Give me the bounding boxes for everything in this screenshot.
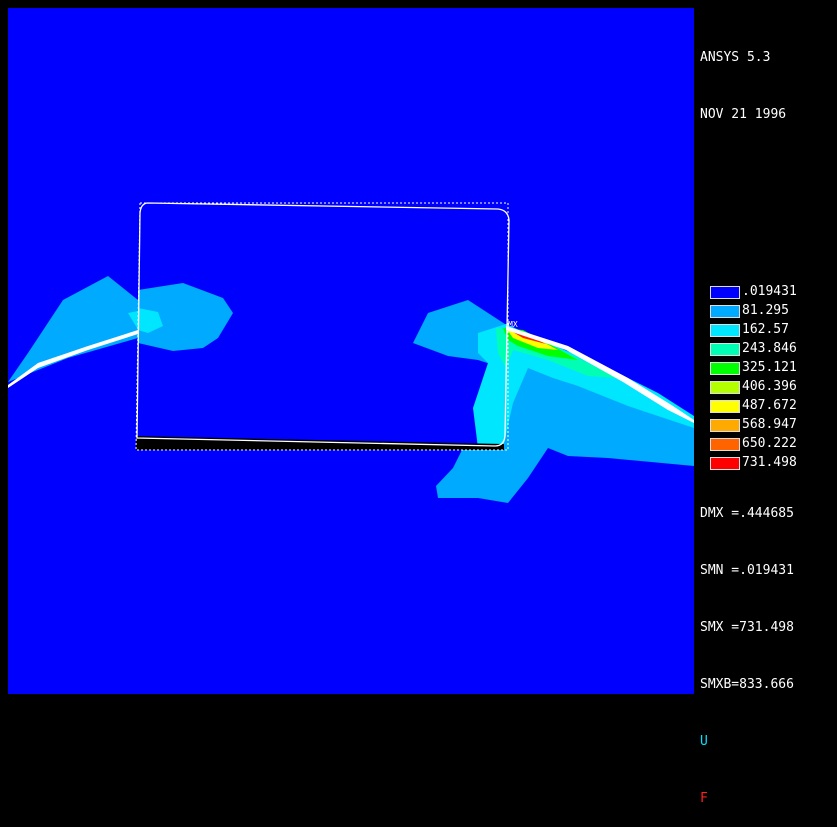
legend-value: 406.396 — [742, 379, 797, 394]
legend-row: 487.672 — [710, 396, 835, 415]
smx-value: SMX =731.498 — [700, 620, 794, 635]
plot-date: NOV 21 1996 — [700, 107, 787, 122]
legend-color-swatch — [710, 457, 740, 470]
displacement-symbol-label: U — [700, 734, 708, 749]
legend-color-swatch — [710, 305, 740, 318]
program-version: ANSYS 5.3 — [700, 50, 771, 65]
legend-row: 81.295 — [710, 301, 835, 320]
legend-row: 650.222 — [710, 434, 835, 453]
legend-color-swatch — [710, 419, 740, 432]
smxb-value: SMXB=833.666 — [700, 677, 794, 692]
legend-value: 243.846 — [742, 341, 797, 356]
legend-color-swatch — [710, 438, 740, 451]
legend-row: 162.57 — [710, 320, 835, 339]
dmx-value: DMX =.444685 — [700, 506, 794, 521]
legend-row: 731.498 — [710, 453, 835, 472]
contour-legend: .019431 81.295 162.57 243.846 325.121 406.396… — [710, 282, 835, 472]
legend-value: 568.947 — [742, 417, 797, 432]
obscured-line-1 — [700, 162, 835, 181]
legend-row: 325.121 — [710, 358, 835, 377]
mx-marker: MX — [508, 320, 518, 329]
legend-color-swatch — [710, 324, 740, 337]
obscured-line-2 — [700, 219, 835, 238]
contour-plot-viewport[interactable]: MX — [8, 8, 694, 694]
legend-row: 568.947 — [710, 415, 835, 434]
legend-value: 81.295 — [742, 303, 789, 318]
legend-color-swatch — [710, 286, 740, 299]
legend-color-swatch — [710, 362, 740, 375]
legend-row: 243.846 — [710, 339, 835, 358]
legend-value: 162.57 — [742, 322, 789, 337]
legend-value: 325.121 — [742, 360, 797, 375]
legend-value: 650.222 — [742, 436, 797, 451]
force-symbol-label: F — [700, 791, 708, 806]
legend-value: 731.498 — [742, 455, 797, 470]
stress-contour-graphic: MX — [8, 202, 694, 503]
smn-value: SMN =.019431 — [700, 563, 794, 578]
legend-value: 487.672 — [742, 398, 797, 413]
legend-color-swatch — [710, 400, 740, 413]
legend-value: .019431 — [742, 284, 797, 299]
undeformed-plate-shading — [136, 436, 504, 450]
legend-row: .019431 — [710, 282, 835, 301]
legend-color-swatch — [710, 343, 740, 356]
legend-color-swatch — [710, 381, 740, 394]
legend-row: 406.396 — [710, 377, 835, 396]
